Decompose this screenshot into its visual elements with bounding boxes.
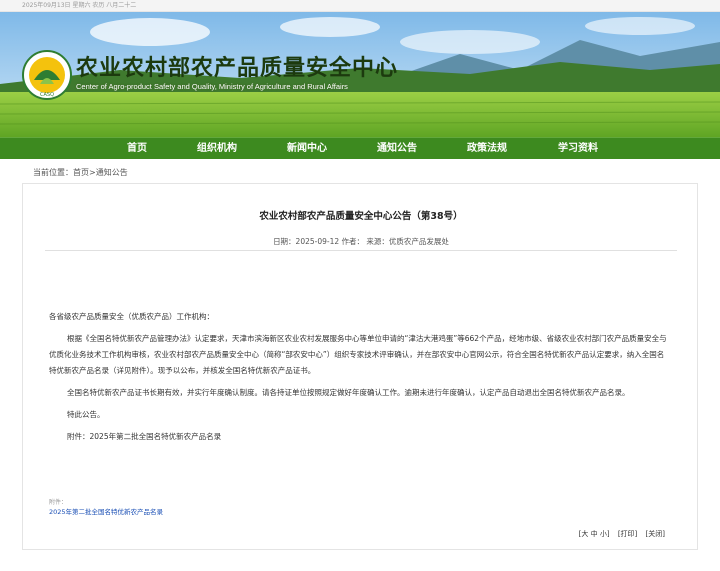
print-button[interactable]: [打印] [618,530,637,538]
article-paragraph-1: 根据《全国名特优新农产品管理办法》认定要求，天津市滨海新区农业农村发展服务中心等… [49,334,667,375]
breadcrumb-section-link[interactable]: 通知公告 [96,168,128,177]
article-paragraph-4: 附件：2025年第二批全国名特优新农产品名录 [67,432,222,441]
meta-divider [45,250,677,251]
close-button[interactable]: [关闭] [646,530,665,538]
breadcrumb-separator: > [89,168,96,177]
article-title: 农业农村部农产品质量安全中心公告（第38号） [259,211,463,222]
breadcrumb-prefix: 当前位置： [33,168,73,177]
agency-logo-icon: CASQ [22,50,72,100]
header-banner: CASQ 农业农村部农产品质量安全中心 Center of Agro-produ… [0,12,720,137]
article-paragraph-3: 特此公告。 [67,410,105,419]
attachment-link[interactable]: 2025年第二批全国名特优新农产品名录 [49,506,163,516]
svg-text:CASQ: CASQ [40,92,54,98]
article-body: 各省级农产品质量安全（优质农产品）工作机构： 根据《全国名特优新农产品管理办法》… [49,309,669,445]
font-size-toggle[interactable]: [大 中 小] [579,530,610,538]
main-navigation: 首页 组织机构 新闻中心 通知公告 政策法规 学习资料 [0,137,720,159]
nav-item-policy[interactable]: 政策法规 [452,138,522,160]
site-title: 农业农村部农产品质量安全中心 [76,56,399,81]
date-text: 2025年09月13日 星期六 农历 八月二十二 [22,2,137,9]
nav-item-learning[interactable]: 学习资料 [543,138,613,160]
article-paragraph-2: 全国名特优新农产品证书长期有效，并实行年度确认制度。请各持证单位按照规定做好年度… [67,388,630,397]
article-salutation: 各省级农产品质量安全（优质农产品）工作机构： [49,312,214,321]
site-subtitle: Center of Agro-product Safety and Qualit… [76,82,348,91]
nav-item-home[interactable]: 首页 [102,138,172,160]
article-tools: [大 中 小] [打印] [关闭] [573,529,665,539]
article-container: 农业农村部农产品质量安全中心公告（第38号） 日期：2025-09-12 作者：… [22,183,698,550]
breadcrumb-home-link[interactable]: 首页 [73,168,89,177]
breadcrumb: 当前位置：首页>通知公告 [33,167,128,178]
top-info-bar: 2025年09月13日 星期六 农历 八月二十二 [0,0,720,12]
nav-item-organization[interactable]: 组织机构 [182,138,252,160]
article-meta: 日期：2025-09-12 作者： 来源：优质农产品发展处 [273,237,449,246]
nav-item-notices[interactable]: 通知公告 [362,138,432,160]
nav-item-news[interactable]: 新闻中心 [272,138,342,160]
attachment-label: 附件： [49,499,68,506]
